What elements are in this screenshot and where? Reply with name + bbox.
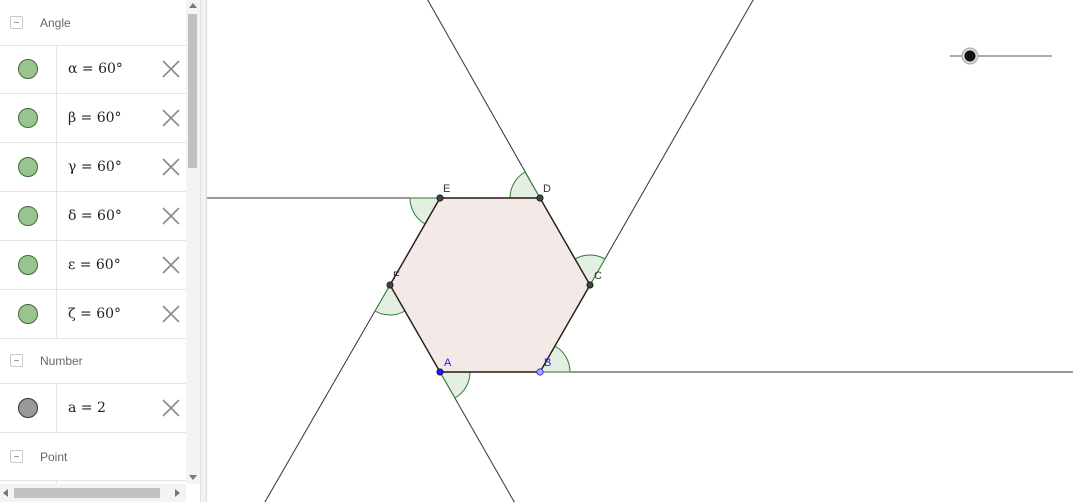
- visibility-toggle-icon[interactable]: [18, 206, 38, 226]
- category-label: Angle: [40, 15, 71, 30]
- algebra-expression[interactable]: α = 60°: [68, 61, 123, 77]
- point-e[interactable]: [436, 194, 444, 202]
- point-d[interactable]: [536, 194, 544, 202]
- angle-zeta[interactable]: [439, 371, 471, 399]
- visibility-cell: [0, 45, 57, 93]
- delete-icon[interactable]: [162, 207, 180, 225]
- visibility-cell: [0, 384, 57, 432]
- point-label-f: F: [393, 270, 400, 282]
- visibility-toggle-icon[interactable]: [18, 398, 38, 418]
- line-ef-extension[interactable]: [413, 0, 541, 199]
- algebra-item-delta[interactable]: δ = 60°: [0, 192, 186, 241]
- visibility-toggle-icon[interactable]: [18, 108, 38, 128]
- delete-icon[interactable]: [162, 109, 180, 127]
- delete-icon[interactable]: [162, 256, 180, 274]
- algebra-item-a[interactable]: a = 2: [0, 384, 186, 433]
- point-label-d: D: [543, 183, 551, 195]
- algebra-expression[interactable]: a = 2: [68, 400, 106, 416]
- line-cd-extension[interactable]: [589, 0, 768, 286]
- algebra-expression[interactable]: β = 60°: [68, 110, 122, 126]
- regular-hexagon[interactable]: [389, 197, 591, 373]
- scrollbar-thumb[interactable]: [188, 14, 197, 168]
- algebra-expression[interactable]: ε = 60°: [68, 257, 121, 273]
- scroll-down-arrow-icon[interactable]: [189, 475, 197, 480]
- view-splitter[interactable]: [200, 0, 207, 502]
- visibility-toggle-icon[interactable]: [18, 304, 38, 324]
- algebra-expression[interactable]: γ = 60°: [68, 159, 122, 175]
- delete-icon[interactable]: [162, 158, 180, 176]
- visibility-toggle-icon[interactable]: [18, 255, 38, 275]
- scroll-up-arrow-icon[interactable]: [189, 3, 197, 8]
- collapse-toggle-icon[interactable]: [10, 354, 23, 367]
- visibility-cell: [0, 290, 57, 338]
- category-label: Point: [40, 449, 68, 464]
- visibility-cell: [0, 192, 57, 240]
- algebra-item-alpha[interactable]: α = 60°: [0, 45, 186, 94]
- algebra-expression[interactable]: δ = 60°: [68, 208, 122, 224]
- vertical-scrollbar[interactable]: [186, 0, 200, 484]
- category-point[interactable]: Point: [0, 433, 186, 481]
- category-number[interactable]: Number: [0, 339, 186, 384]
- visibility-cell: [0, 241, 57, 289]
- point-b[interactable]: [536, 368, 544, 376]
- collapse-toggle-icon[interactable]: [10, 15, 23, 29]
- point-label-b: B: [544, 357, 551, 369]
- algebra-item-zeta[interactable]: ζ = 60°: [0, 290, 186, 339]
- scroll-left-arrow-icon[interactable]: [3, 489, 8, 497]
- point-label-e: E: [443, 183, 450, 195]
- algebra-view: Angle α = 60° β = 60° γ = 60° δ = 60° ε …: [0, 0, 186, 484]
- scrollbar-thumb[interactable]: [14, 488, 160, 498]
- category-label: Number: [40, 354, 83, 368]
- visibility-toggle-icon[interactable]: [18, 59, 38, 79]
- scroll-right-arrow-icon[interactable]: [175, 489, 180, 497]
- point-c[interactable]: [586, 281, 594, 289]
- visibility-cell: [0, 143, 57, 191]
- delete-icon[interactable]: [162, 60, 180, 78]
- line-fa-extension[interactable]: [258, 284, 391, 502]
- point-label-c: C: [594, 270, 602, 282]
- slider-knob[interactable]: [964, 50, 976, 62]
- visibility-cell: [0, 94, 57, 142]
- point-label-a: A: [444, 357, 452, 369]
- angle-gamma[interactable]: [509, 171, 541, 199]
- delete-icon[interactable]: [162, 305, 180, 323]
- collapse-toggle-icon[interactable]: [10, 449, 23, 463]
- graphics-view[interactable]: A B C D E F: [207, 0, 1073, 502]
- algebra-item-gamma[interactable]: γ = 60°: [0, 143, 186, 192]
- delete-icon[interactable]: [162, 399, 180, 417]
- horizontal-scrollbar[interactable]: [0, 484, 186, 502]
- point-f[interactable]: [386, 281, 394, 289]
- point-a[interactable]: [436, 368, 444, 376]
- category-angle[interactable]: Angle: [0, 0, 186, 46]
- algebra-expression[interactable]: ζ = 60°: [68, 306, 121, 322]
- visibility-toggle-icon[interactable]: [18, 157, 38, 177]
- algebra-item-epsilon[interactable]: ε = 60°: [0, 241, 186, 290]
- algebra-item-beta[interactable]: β = 60°: [0, 94, 186, 143]
